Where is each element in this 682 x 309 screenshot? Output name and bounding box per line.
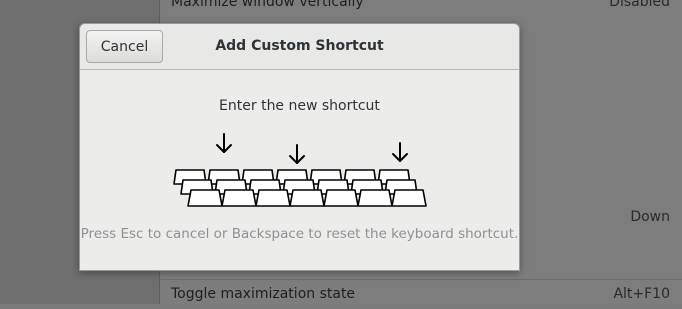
add-custom-shortcut-dialog: Cancel Add Custom Shortcut Enter the new… (79, 23, 520, 271)
down-arrow-icon (289, 144, 305, 164)
shortcut-accel: Down (630, 209, 670, 225)
keyboard-illustration-icon (173, 133, 427, 207)
shortcut-prompt: Enter the new shortcut (219, 98, 380, 114)
shortcut-hint: Press Esc to cancel or Backspace to rese… (80, 226, 519, 242)
down-arrow-icon (392, 142, 408, 162)
shortcut-row[interactable]: Maximize window vertically Disabled (161, 0, 682, 18)
dialog-title: Add Custom Shortcut (215, 38, 384, 54)
down-arrow-icon (216, 133, 232, 153)
dialog-header: Cancel Add Custom Shortcut (80, 24, 519, 70)
shortcut-accel: Alt+F10 (613, 286, 670, 302)
shortcut-name: Maximize window vertically (171, 0, 364, 10)
shortcut-row[interactable]: Toggle maximization state Alt+F10 (161, 279, 682, 309)
shortcut-accel: Disabled (609, 0, 670, 10)
shortcut-name: Toggle maximization state (171, 286, 356, 302)
